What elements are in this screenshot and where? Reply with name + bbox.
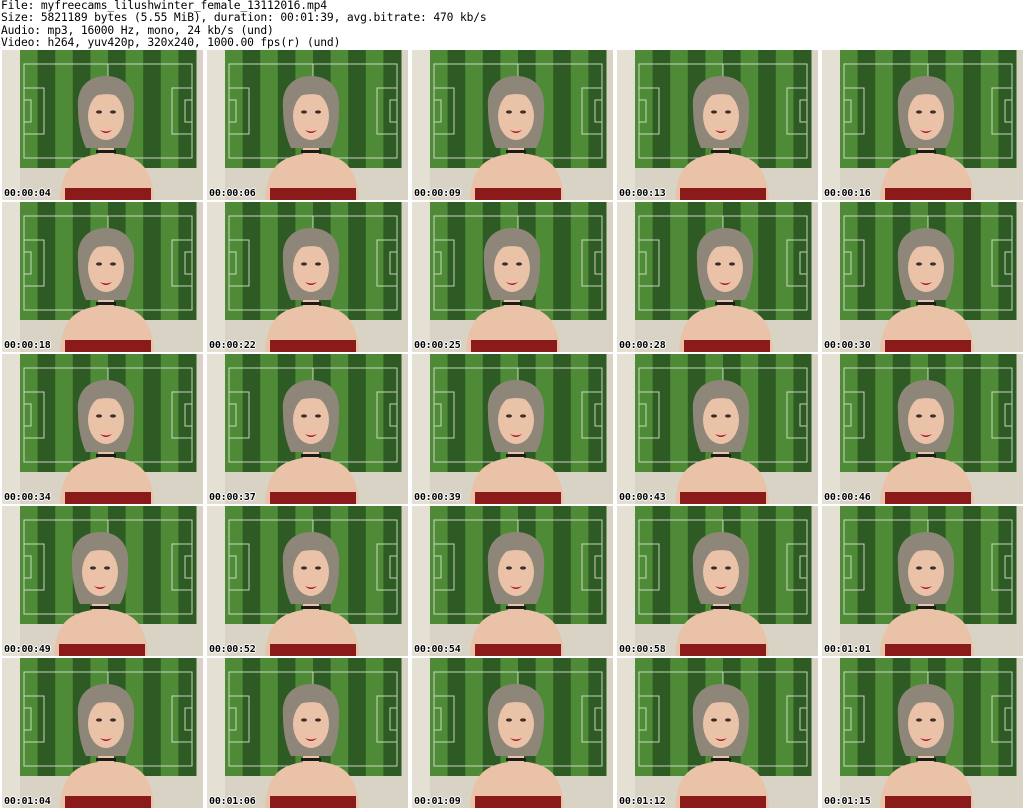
frame-timestamp: 00:00:58 — [619, 644, 666, 655]
frame-timestamp: 00:01:01 — [824, 644, 871, 655]
frame-timestamp: 00:00:16 — [824, 188, 871, 199]
frame-timestamp: 00:00:46 — [824, 492, 871, 503]
frame-timestamp: 00:00:52 — [209, 644, 256, 655]
video-frame-thumbnail[interactable]: 00:01:12 — [617, 658, 818, 808]
frame-image — [822, 506, 1023, 656]
frame-image — [2, 354, 203, 504]
video-frame-thumbnail[interactable]: 00:01:04 — [2, 658, 203, 808]
frame-timestamp: 00:00:22 — [209, 340, 256, 351]
frame-timestamp: 00:00:18 — [4, 340, 51, 351]
video-frame-thumbnail[interactable]: 00:00:18 — [2, 202, 203, 352]
video-frame-thumbnail[interactable]: 00:00:43 — [617, 354, 818, 504]
video-frame-thumbnail[interactable]: 00:00:46 — [822, 354, 1023, 504]
video-frame-thumbnail[interactable]: 00:00:39 — [412, 354, 613, 504]
frame-timestamp: 00:00:04 — [4, 188, 51, 199]
frame-timestamp: 00:00:39 — [414, 492, 461, 503]
frame-timestamp: 00:01:04 — [4, 796, 51, 807]
frame-image — [2, 506, 203, 656]
frame-timestamp: 00:00:28 — [619, 340, 666, 351]
frame-image — [412, 506, 613, 656]
frame-timestamp: 00:01:12 — [619, 796, 666, 807]
video-frame-thumbnail[interactable]: 00:00:25 — [412, 202, 613, 352]
video-frame-thumbnail[interactable]: 00:00:54 — [412, 506, 613, 656]
frame-timestamp: 00:00:09 — [414, 188, 461, 199]
video-frame-thumbnail[interactable]: 00:00:16 — [822, 50, 1023, 200]
video-frame-thumbnail[interactable]: 00:00:28 — [617, 202, 818, 352]
frame-image — [2, 658, 203, 808]
frame-timestamp: 00:00:49 — [4, 644, 51, 655]
frame-image — [617, 506, 818, 656]
thumbnail-grid: 00:00:04 00:00:06 00:00:09 00:00:13 00:0… — [2, 50, 1023, 808]
video-frame-thumbnail[interactable]: 00:00:13 — [617, 50, 818, 200]
frame-timestamp: 00:01:06 — [209, 796, 256, 807]
frame-image — [412, 202, 613, 352]
frame-timestamp: 00:00:30 — [824, 340, 871, 351]
frame-image — [617, 354, 818, 504]
frame-timestamp: 00:00:37 — [209, 492, 256, 503]
video-frame-thumbnail[interactable]: 00:00:37 — [207, 354, 408, 504]
video-frame-thumbnail[interactable]: 00:00:52 — [207, 506, 408, 656]
frame-timestamp: 00:00:25 — [414, 340, 461, 351]
video-frame-thumbnail[interactable]: 00:00:49 — [2, 506, 203, 656]
frame-image — [207, 506, 408, 656]
video-frame-thumbnail[interactable]: 00:00:34 — [2, 354, 203, 504]
video-frame-thumbnail[interactable]: 00:00:04 — [2, 50, 203, 200]
frame-image — [617, 50, 818, 200]
frame-timestamp: 00:00:06 — [209, 188, 256, 199]
video-frame-thumbnail[interactable]: 00:00:09 — [412, 50, 613, 200]
frame-image — [822, 202, 1023, 352]
frame-timestamp: 00:00:54 — [414, 644, 461, 655]
frame-image — [822, 658, 1023, 808]
video-frame-thumbnail[interactable]: 00:00:58 — [617, 506, 818, 656]
frame-image — [207, 658, 408, 808]
file-info-header: File: myfreecams_lilushwinter_female_131… — [0, 0, 1024, 50]
video-frame-thumbnail[interactable]: 00:00:22 — [207, 202, 408, 352]
frame-timestamp: 00:00:43 — [619, 492, 666, 503]
frame-timestamp: 00:00:13 — [619, 188, 666, 199]
frame-image — [412, 50, 613, 200]
frame-timestamp: 00:00:34 — [4, 492, 51, 503]
frame-image — [207, 50, 408, 200]
video-frame-thumbnail[interactable]: 00:00:30 — [822, 202, 1023, 352]
frame-image — [207, 202, 408, 352]
video-info-line: Video: h264, yuv420p, 320x240, 1000.00 f… — [1, 36, 341, 50]
frame-timestamp: 00:01:15 — [824, 796, 871, 807]
frame-timestamp: 00:01:09 — [414, 796, 461, 807]
video-frame-thumbnail[interactable]: 00:01:01 — [822, 506, 1023, 656]
frame-image — [2, 50, 203, 200]
frame-image — [617, 658, 818, 808]
frame-image — [617, 202, 818, 352]
frame-image — [412, 354, 613, 504]
frame-image — [412, 658, 613, 808]
video-frame-thumbnail[interactable]: 00:00:06 — [207, 50, 408, 200]
file-size-line: Size: 5821189 bytes (5.55 MiB), duration… — [1, 11, 487, 25]
frame-image — [2, 202, 203, 352]
video-frame-thumbnail[interactable]: 00:01:06 — [207, 658, 408, 808]
frame-image — [822, 354, 1023, 504]
frame-image — [207, 354, 408, 504]
video-frame-thumbnail[interactable]: 00:01:15 — [822, 658, 1023, 808]
video-frame-thumbnail[interactable]: 00:01:09 — [412, 658, 613, 808]
frame-image — [822, 50, 1023, 200]
